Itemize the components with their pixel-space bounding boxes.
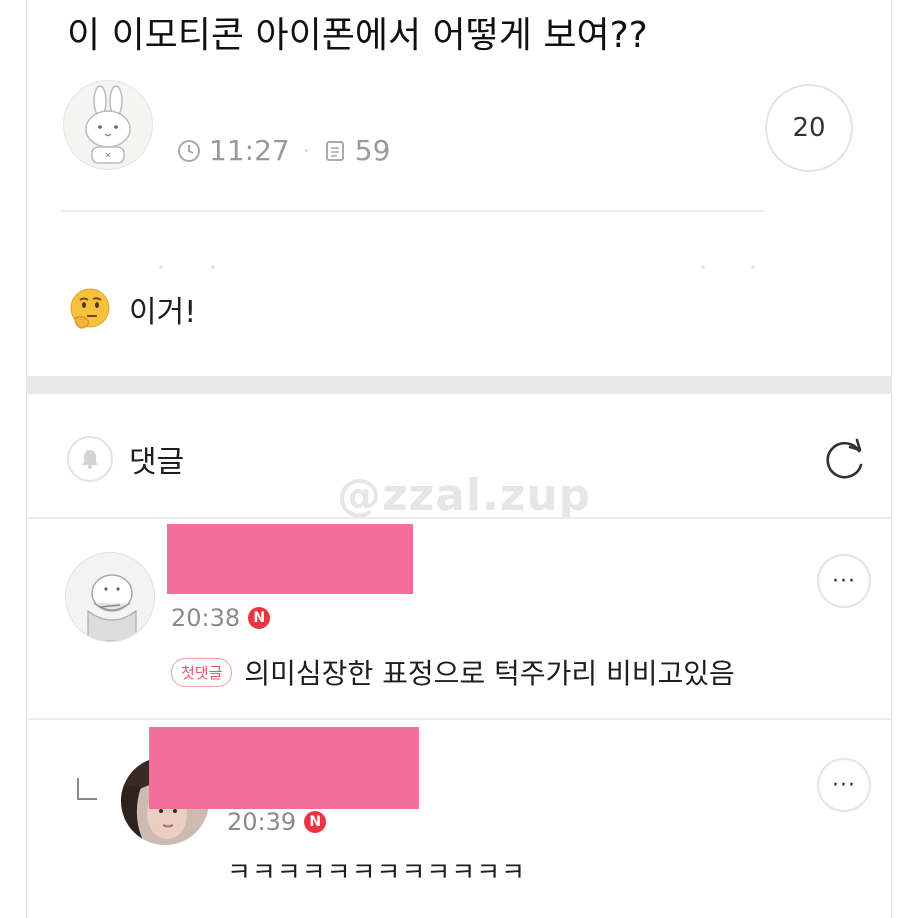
watermark: @zzal.zup — [337, 470, 592, 521]
post-body: 이거! — [67, 286, 196, 332]
speck — [701, 265, 705, 269]
speck — [211, 265, 215, 269]
comment-text-row: 첫댓글 의미심장한 표정으로 턱주가리 비비고있음 — [171, 652, 735, 692]
comment-time-text: 20:38 — [171, 604, 241, 632]
post-time: 11:27 — [209, 134, 290, 167]
divider — [61, 210, 765, 212]
comment-text: ㅋㅋㅋㅋㅋㅋㅋㅋㅋㅋㅋㅋ — [227, 858, 527, 888]
more-icon[interactable]: ··· — [817, 554, 871, 608]
speck — [159, 265, 163, 269]
bell-icon[interactable] — [67, 436, 113, 482]
comment-count-button[interactable]: 20 — [765, 84, 853, 172]
author-avatar[interactable] — [63, 80, 153, 170]
meta-separator: · — [303, 141, 309, 160]
speck — [751, 265, 755, 269]
post-view: 이 이모티콘 아이폰에서 어떻게 보여?? 11:27 · 59 20 이거! … — [26, 0, 892, 918]
reply-arrow-icon — [77, 778, 97, 800]
post-body-text: 이거! — [129, 295, 197, 330]
new-badge: N — [248, 607, 271, 629]
divider — [27, 718, 891, 720]
comment-text: 의미심장한 표정으로 턱주가리 비비고있음 — [244, 657, 735, 690]
clock-icon — [178, 139, 200, 162]
character-avatar-icon — [66, 553, 154, 641]
comments-label: 댓글 — [129, 445, 185, 480]
new-badge: N — [304, 811, 327, 833]
rabbit-avatar-icon — [85, 85, 131, 164]
comment-time: 20:39 N — [227, 808, 327, 836]
thinking-face-icon — [70, 288, 110, 329]
first-comment-badge: 첫댓글 — [171, 657, 233, 687]
section-separator — [27, 376, 891, 394]
redacted-username — [167, 524, 413, 594]
refresh-icon[interactable] — [819, 435, 869, 485]
post-title: 이 이모티콘 아이폰에서 어떻게 보여?? — [67, 15, 648, 56]
divider — [27, 517, 891, 519]
document-icon — [325, 140, 344, 161]
comment-time: 20:38 N — [171, 604, 271, 632]
commenter-avatar[interactable] — [65, 552, 155, 642]
post-views: 59 — [354, 134, 391, 167]
more-icon[interactable]: ··· — [817, 758, 871, 812]
comment-time-text: 20:39 — [227, 808, 297, 836]
post-meta: 11:27 · 59 — [177, 134, 390, 167]
bell-glyph — [82, 450, 98, 469]
redacted-username — [149, 727, 419, 809]
comments-header: 댓글 — [67, 436, 184, 482]
